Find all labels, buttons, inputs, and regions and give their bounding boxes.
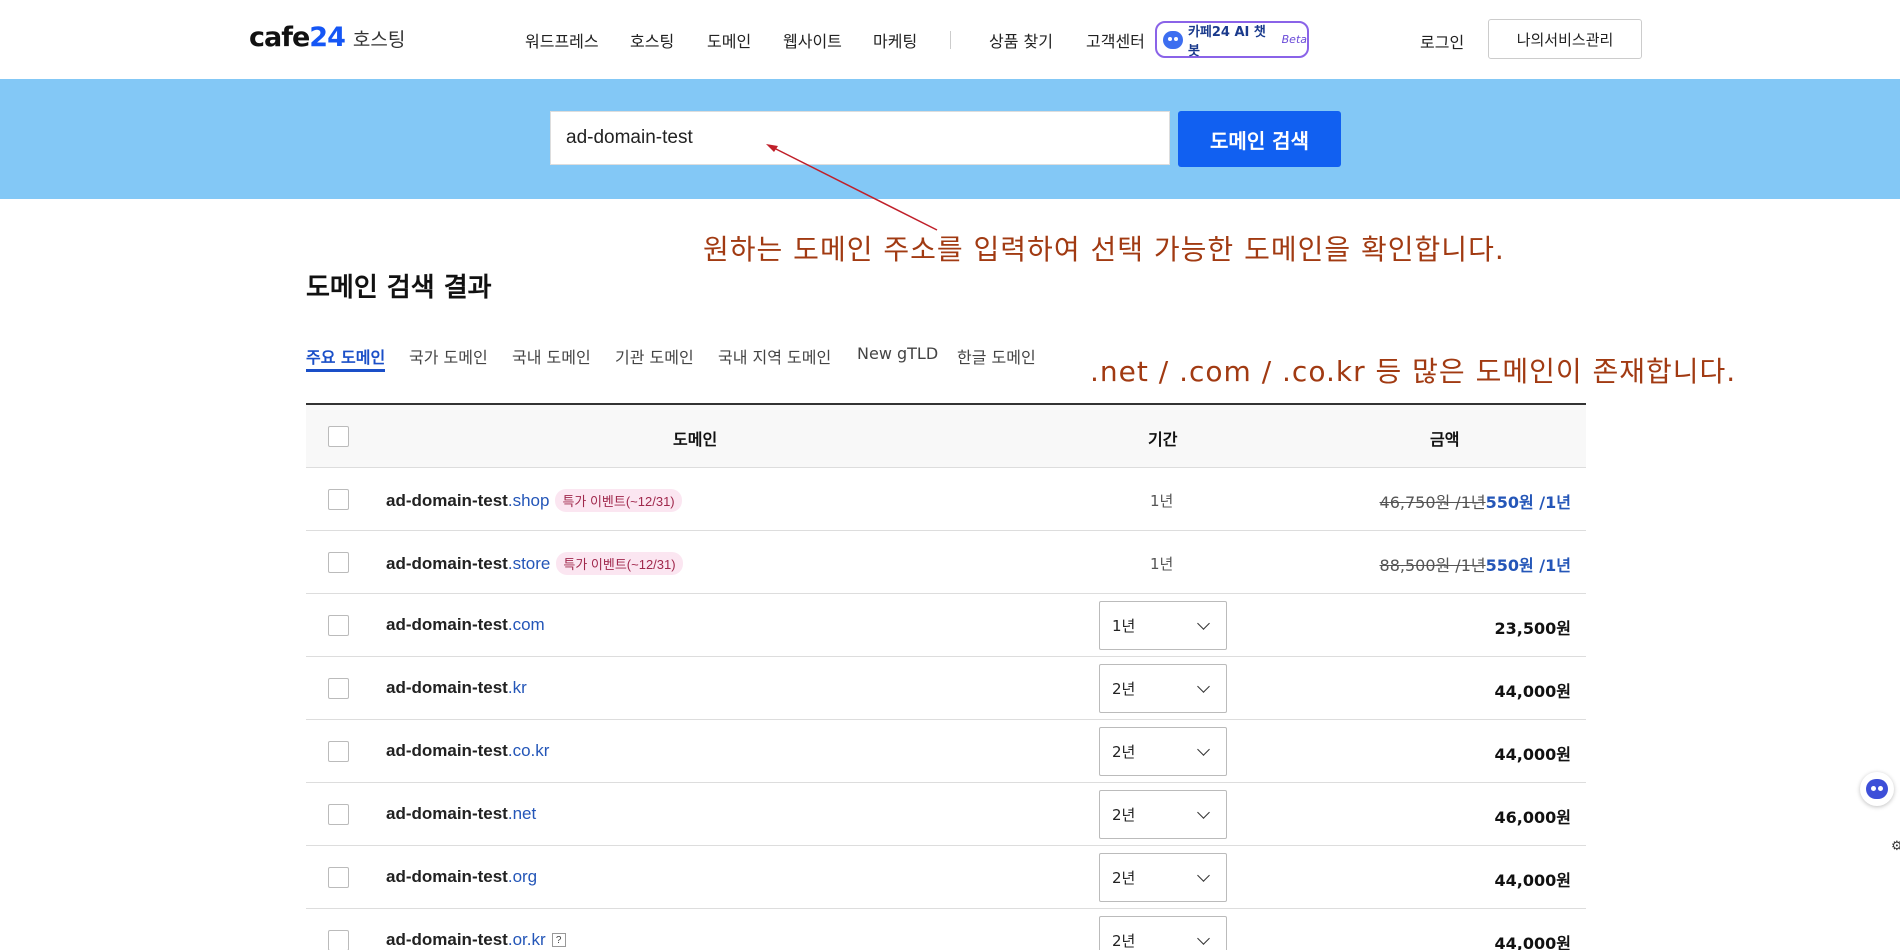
chevron-down-icon [1197,932,1210,945]
login-link[interactable]: 로그인 [1420,29,1464,53]
domain-annotation: .net / .com / .co.kr 등 많은 도메인이 존재합니다. [1090,355,1737,388]
period-select[interactable]: 2년 [1099,853,1227,902]
period-value: 1년 [1150,492,1174,510]
domain-name: ad-domain-test .or.kr ? [386,930,566,950]
active-tab-indicator [306,369,385,372]
nav-item-hosting[interactable]: 호스팅 [630,28,674,52]
price: 44,000원 [1494,934,1571,950]
tab-new-gtld[interactable]: New gTLD [857,344,938,363]
event-badge: 특가 이벤트(~12/31) [556,552,683,575]
period-select[interactable]: 2년 [1099,664,1227,713]
chatbot-icon [1163,30,1183,49]
logo-subtitle: 호스팅 [352,29,406,51]
row-checkbox[interactable] [328,930,349,950]
row-checkbox[interactable] [328,678,349,699]
site-header: cafe24 호스팅 워드프레스 호스팅 도메인 웹사이트 마케팅 상품 찾기 … [0,0,1900,79]
domain-name: ad-domain-test .shop 특가 이벤트(~12/31) [386,489,682,512]
domain-name: ad-domain-test .co.kr [386,741,550,760]
logo[interactable]: cafe24 호스팅 [249,22,405,53]
search-annotation: 원하는 도메인 주소를 입력하여 선택 가능한 도메인을 확인합니다. [703,233,1505,266]
results-title: 도메인 검색 결과 [306,273,492,303]
table-row: ad-domain-test .org 2년 44,000원 [306,846,1586,909]
row-checkbox[interactable] [328,615,349,636]
price: 44,000원 [1494,871,1571,890]
sale-price: 550원 /1년 [1485,556,1571,575]
price: 46,750원 /1년550원 /1년 [1380,489,1571,513]
table-row: ad-domain-test .com 1년 23,500원 [306,594,1586,657]
ai-chatbot-label: 카페24 AI 챗봇 [1187,24,1266,59]
domain-name: ad-domain-test .store 특가 이벤트(~12/31) [386,552,683,575]
tab-institution-domain[interactable]: 기관 도메인 [615,344,694,368]
select-all-checkbox[interactable] [328,426,349,447]
chevron-down-icon [1197,869,1210,882]
help-icon[interactable]: ? [551,933,566,947]
chevron-down-icon [1197,680,1210,693]
nav-divider [950,31,951,49]
scrollbar[interactable] [1896,79,1900,199]
row-checkbox[interactable] [328,804,349,825]
tab-regional-domain[interactable]: 국내 지역 도메인 [718,344,831,368]
column-header-period: 기간 [1148,430,1178,449]
table-row: ad-domain-test .store 특가 이벤트(~12/31) 1년 8… [306,531,1586,594]
row-checkbox[interactable] [328,867,349,888]
tab-domestic-domain[interactable]: 국내 도메인 [512,344,591,368]
chevron-down-icon [1197,617,1210,630]
nav-item-support[interactable]: 고객센터 [1086,28,1145,52]
table-row: ad-domain-test .or.kr ? 2년 44,000원 [306,909,1586,950]
period-value: 1년 [1150,555,1174,573]
row-checkbox[interactable] [328,489,349,510]
price: 23,500원 [1494,619,1571,638]
original-price: 46,750원 /1년 [1379,493,1486,512]
tab-country-domain[interactable]: 국가 도메인 [409,344,488,368]
domain-name: ad-domain-test .org [386,867,538,886]
settings-icon: ⚙ [1891,839,1900,854]
beta-label: Beta [1281,33,1307,46]
column-header-price: 금액 [1430,430,1460,449]
table-row: ad-domain-test .kr 2년 44,000원 [306,657,1586,720]
domain-name: ad-domain-test .com [386,615,545,634]
period-select[interactable]: 2년 [1099,790,1227,839]
table-row: ad-domain-test .shop 특가 이벤트(~12/31) 1년 46… [306,468,1586,531]
price: 44,000원 [1494,682,1571,701]
row-checkbox[interactable] [328,741,349,762]
nav-item-domain[interactable]: 도메인 [707,28,751,52]
domain-name: ad-domain-test .kr [386,678,527,697]
table-row: ad-domain-test .net 2년 46,000원 [306,783,1586,846]
period-select[interactable]: 2년 [1099,916,1227,950]
domain-results-table: 도메인 기간 금액 ad-domain-test .shop 특가 이벤트(~12… [306,403,1586,950]
nav-item-wordpress[interactable]: 워드프레스 [525,28,599,52]
price: 44,000원 [1494,745,1571,764]
my-service-button[interactable]: 나의서비스관리 [1488,19,1642,59]
ai-chatbot-button[interactable]: 카페24 AI 챗봇 Beta [1155,21,1309,59]
domain-name: ad-domain-test .net [386,804,537,823]
tab-major-domain[interactable]: 주요 도메인 [306,344,385,368]
chevron-down-icon [1197,743,1210,756]
logo-mark: cafe24 [249,22,346,53]
event-badge: 특가 이벤트(~12/31) [555,489,682,512]
chatbot-icon [1866,779,1888,799]
price: 88,500원 /1년550원 /1년 [1380,552,1571,576]
nav-item-product-search[interactable]: 상품 찾기 [989,28,1053,52]
column-header-domain: 도메인 [673,430,718,449]
chevron-down-icon [1197,806,1210,819]
domain-search-input[interactable] [550,111,1170,165]
table-row: ad-domain-test .co.kr 2년 44,000원 [306,720,1586,783]
row-checkbox[interactable] [328,552,349,573]
original-price: 88,500원 /1년 [1379,556,1486,575]
period-select[interactable]: 1년 [1099,601,1227,650]
search-band: 도메인 검색 [0,79,1900,199]
period-select[interactable]: 2년 [1099,727,1227,776]
domain-search-button[interactable]: 도메인 검색 [1178,111,1341,167]
nav-item-marketing[interactable]: 마케팅 [873,28,917,52]
table-header: 도메인 기간 금액 [306,403,1586,468]
nav-item-website[interactable]: 웹사이트 [783,28,842,52]
tab-korean-domain[interactable]: 한글 도메인 [957,344,1036,368]
floating-chatbot-button[interactable] [1860,772,1894,806]
price: 46,000원 [1494,808,1571,827]
sale-price: 550원 /1년 [1485,493,1571,512]
